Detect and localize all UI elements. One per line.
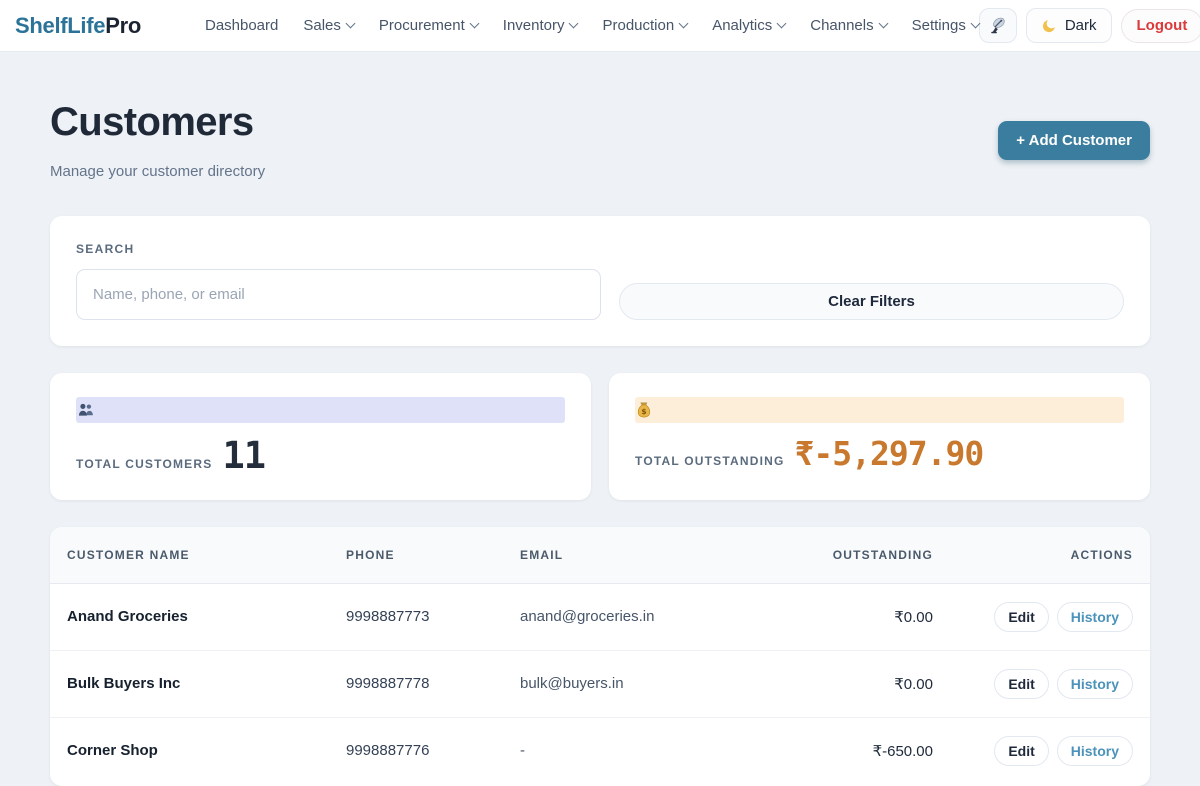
row-actions: Edit History xyxy=(965,602,1133,632)
chevron-down-icon xyxy=(777,19,787,29)
page-title-block: Customers Manage your customer directory xyxy=(50,100,265,180)
nav-item-channels[interactable]: Channels xyxy=(810,17,886,34)
theme-toggle-label: Dark xyxy=(1065,17,1097,34)
chevron-down-icon xyxy=(878,19,888,29)
search-input[interactable] xyxy=(76,269,601,320)
stat-card-total-outstanding: $ TOTAL OUTSTANDING ₹-5,297.90 xyxy=(609,373,1150,500)
nav-item-sales[interactable]: Sales xyxy=(303,17,354,34)
nav-label: Channels xyxy=(810,17,873,34)
table-row: Corner Shop 9998887776 - ₹-650.00 Edit H… xyxy=(50,717,1150,784)
main-nav: Dashboard Sales Procurement Inventory Pr… xyxy=(205,17,979,34)
chevron-down-icon xyxy=(569,19,579,29)
svg-text:$: $ xyxy=(641,407,646,416)
customer-name: Anand Groceries xyxy=(50,583,330,650)
col-header-actions: ACTIONS xyxy=(949,527,1150,584)
stat-accent-bar xyxy=(76,397,565,423)
customer-outstanding: ₹-650.00 xyxy=(774,717,949,784)
customer-outstanding: ₹0.00 xyxy=(774,650,949,717)
nav-item-dashboard[interactable]: Dashboard xyxy=(205,17,278,34)
people-icon xyxy=(78,403,94,417)
stat-value-total-outstanding: ₹-5,297.90 xyxy=(795,437,984,472)
moon-icon xyxy=(1041,18,1057,34)
stats-row: TOTAL CUSTOMERS 11 $ TOTAL OUTSTANDING ₹… xyxy=(50,373,1150,500)
page-header: Customers Manage your customer directory… xyxy=(50,100,1150,180)
nav-label: Dashboard xyxy=(205,17,278,34)
stat-card-total-customers: TOTAL CUSTOMERS 11 xyxy=(50,373,591,500)
search-row: Clear Filters xyxy=(76,269,1124,320)
customer-email: bulk@buyers.in xyxy=(504,650,774,717)
theme-toggle-button[interactable]: Dark xyxy=(1026,8,1112,43)
chevron-down-icon xyxy=(469,19,479,29)
stat-label: TOTAL CUSTOMERS xyxy=(76,457,212,471)
row-actions: Edit History xyxy=(965,669,1133,699)
logo-part-1: ShelfLife xyxy=(15,13,105,38)
col-header-email: EMAIL xyxy=(504,527,774,584)
table-header-row: CUSTOMER NAME PHONE EMAIL OUTSTANDING AC… xyxy=(50,527,1150,584)
edit-button[interactable]: Edit xyxy=(994,602,1048,632)
customer-name: Corner Shop xyxy=(50,717,330,784)
customer-email: - xyxy=(504,717,774,784)
nav-right-cluster: Dark Logout xyxy=(979,8,1200,43)
customers-table: CUSTOMER NAME PHONE EMAIL OUTSTANDING AC… xyxy=(50,527,1150,784)
page-subtitle: Manage your customer directory xyxy=(50,163,265,180)
nav-label: Procurement xyxy=(379,17,465,34)
row-actions: Edit History xyxy=(965,736,1133,766)
edit-button[interactable]: Edit xyxy=(994,736,1048,766)
clear-filters-button[interactable]: Clear Filters xyxy=(619,283,1124,320)
edit-button[interactable]: Edit xyxy=(994,669,1048,699)
nav-label: Production xyxy=(602,17,674,34)
chevron-down-icon xyxy=(345,19,355,29)
nav-label: Analytics xyxy=(712,17,772,34)
table-row: Bulk Buyers Inc 9998887778 bulk@buyers.i… xyxy=(50,650,1150,717)
customer-phone: 9998887778 xyxy=(330,650,504,717)
stat-accent-bar: $ xyxy=(635,397,1124,423)
history-button[interactable]: History xyxy=(1057,669,1133,699)
logo-part-2: Pro xyxy=(105,13,141,38)
nav-label: Sales xyxy=(303,17,341,34)
nav-item-settings[interactable]: Settings xyxy=(912,17,979,34)
customer-phone: 9998887773 xyxy=(330,583,504,650)
customer-outstanding: ₹0.00 xyxy=(774,583,949,650)
top-nav: ShelfLifePro Dashboard Sales Procurement… xyxy=(0,0,1200,52)
col-header-outstanding: OUTSTANDING xyxy=(774,527,949,584)
stat-line: TOTAL OUTSTANDING ₹-5,297.90 xyxy=(635,437,1124,472)
customer-name: Bulk Buyers Inc xyxy=(50,650,330,717)
notifications-button[interactable] xyxy=(979,8,1017,43)
app-logo[interactable]: ShelfLifePro xyxy=(15,13,141,39)
customer-email: anand@groceries.in xyxy=(504,583,774,650)
nav-item-analytics[interactable]: Analytics xyxy=(712,17,785,34)
stat-value-total-customers: 11 xyxy=(222,437,265,476)
nav-item-procurement[interactable]: Procurement xyxy=(379,17,478,34)
nav-item-inventory[interactable]: Inventory xyxy=(503,17,578,34)
col-header-phone: PHONE xyxy=(330,527,504,584)
nav-label: Settings xyxy=(912,17,966,34)
nav-item-production[interactable]: Production xyxy=(602,17,687,34)
stat-label: TOTAL OUTSTANDING xyxy=(635,454,785,468)
customer-phone: 9998887776 xyxy=(330,717,504,784)
history-button[interactable]: History xyxy=(1057,736,1133,766)
history-button[interactable]: History xyxy=(1057,602,1133,632)
customers-table-card: CUSTOMER NAME PHONE EMAIL OUTSTANDING AC… xyxy=(50,527,1150,786)
chevron-down-icon xyxy=(679,19,689,29)
money-bag-icon: $ xyxy=(637,402,651,418)
search-label: SEARCH xyxy=(76,242,1124,256)
add-customer-button[interactable]: + Add Customer xyxy=(998,121,1150,160)
search-card: SEARCH Clear Filters xyxy=(50,216,1150,346)
satellite-antenna-icon xyxy=(988,16,1007,35)
table-row: Anand Groceries 9998887773 anand@groceri… xyxy=(50,583,1150,650)
col-header-customer-name: CUSTOMER NAME xyxy=(50,527,330,584)
page-title: Customers xyxy=(50,100,265,144)
nav-label: Inventory xyxy=(503,17,565,34)
stat-line: TOTAL CUSTOMERS 11 xyxy=(76,437,565,476)
logout-button[interactable]: Logout xyxy=(1121,9,1200,43)
